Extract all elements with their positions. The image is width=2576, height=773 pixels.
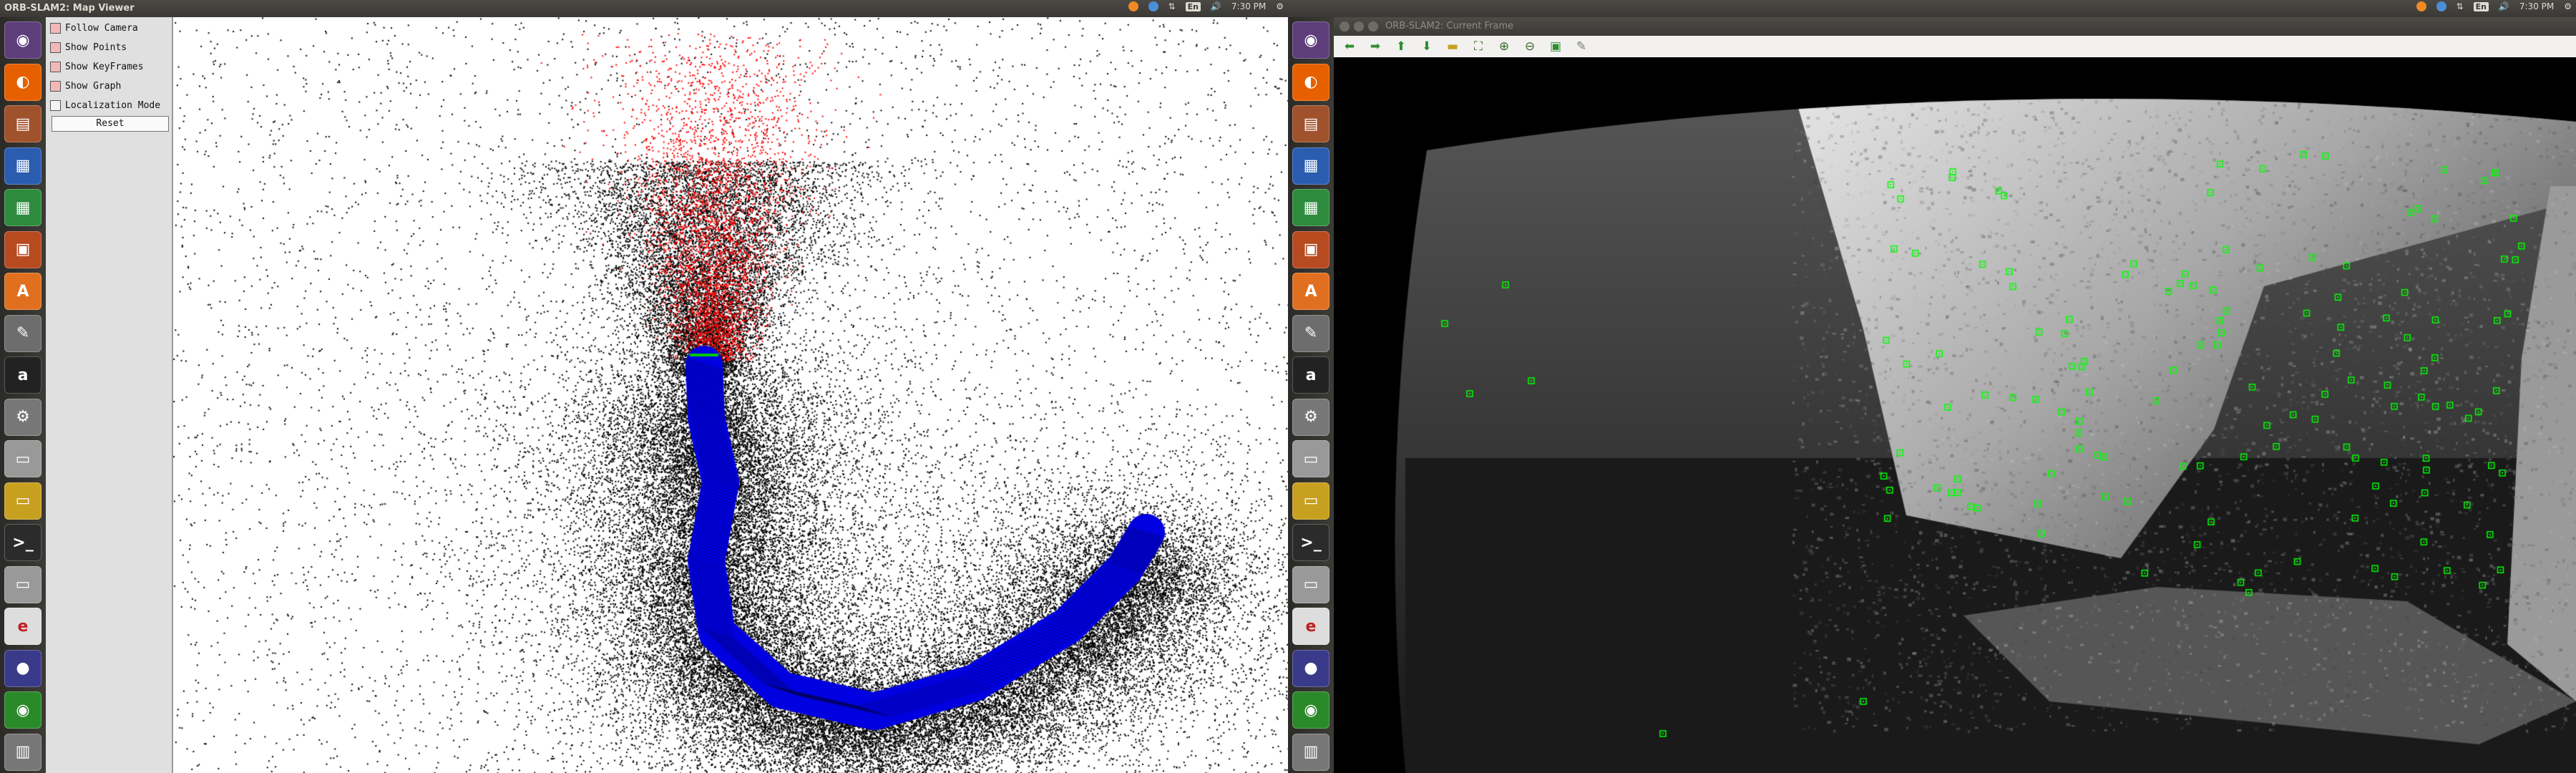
- zoom-out-icon[interactable]: ⊖: [1520, 38, 1540, 55]
- window-title: ORB-SLAM2: Map Viewer: [4, 3, 135, 14]
- trash-icon[interactable]: ▥: [1292, 733, 1330, 771]
- minimize-icon[interactable]: [1354, 21, 1364, 31]
- map-view[interactable]: [173, 17, 1288, 773]
- text-editor-icon[interactable]: ✎: [1292, 314, 1330, 352]
- firefox-icon[interactable]: ◐: [1292, 63, 1330, 101]
- clock[interactable]: 7:30 PM: [2519, 1, 2554, 11]
- xfig-icon[interactable]: e: [1292, 608, 1330, 645]
- top-panel: ⇅ En 🔊 7:30 PM ⚙: [1288, 0, 2576, 17]
- close-icon[interactable]: [1340, 21, 1350, 31]
- software-center-icon[interactable]: A: [4, 273, 42, 310]
- back-arrow-icon[interactable]: ⬅: [1340, 38, 1360, 55]
- show-keyframes-option[interactable]: Show KeyFrames: [50, 59, 144, 74]
- impress-icon[interactable]: ▣: [4, 230, 42, 268]
- checkbox[interactable]: [50, 42, 61, 53]
- current-frame-window: ORB-SLAM2: Current Frame ⬅ ➡ ⬆ ⬇ ▬ ⛶ ⊕ ⊖…: [1334, 17, 2576, 773]
- text-editor-icon[interactable]: ✎: [4, 314, 42, 352]
- top-panel: ORB-SLAM2: Map Viewer ⇅ En 🔊 7:30 PM ⚙: [0, 0, 1288, 17]
- edit-icon[interactable]: ✎: [1571, 38, 1591, 55]
- forward-arrow-icon[interactable]: ➡: [1365, 38, 1385, 55]
- folder-icon[interactable]: ▬: [1443, 38, 1463, 55]
- gear-icon[interactable]: ⚙: [2564, 1, 2572, 11]
- drive-icon[interactable]: ▭: [1292, 565, 1330, 603]
- localization-mode-option[interactable]: Localization Mode: [50, 97, 160, 113]
- window-titlebar: ORB-SLAM2: Current Frame: [1334, 17, 2576, 36]
- point-cloud-map[interactable]: [173, 17, 1288, 773]
- launcher: ◉ ◐ ▤ ▦ ▦ ▣ A ✎ a ⚙ ▭ ▭ >_ ▭ e ● ◉ ▥: [0, 17, 46, 773]
- keyboard-indicator[interactable]: En: [2473, 1, 2489, 11]
- fit-window-icon[interactable]: ⛶: [1468, 38, 1488, 55]
- system-settings-icon[interactable]: ⚙: [1292, 398, 1330, 436]
- option-label: Show Points: [65, 42, 127, 53]
- maximize-icon[interactable]: [1368, 21, 1378, 31]
- files-icon[interactable]: ▤: [1292, 105, 1330, 142]
- chrome-icon[interactable]: [1148, 1, 1158, 11]
- window-title: ORB-SLAM2: Current Frame: [1385, 21, 1514, 31]
- browser-icon[interactable]: ◉: [1292, 691, 1330, 729]
- follow-camera-option[interactable]: Follow Camera: [50, 20, 138, 36]
- system-settings-icon[interactable]: ⚙: [4, 398, 42, 436]
- files-icon[interactable]: ▤: [4, 105, 42, 142]
- clock[interactable]: 7:30 PM: [1231, 1, 1266, 11]
- drive-icon[interactable]: ▭: [1292, 440, 1330, 477]
- xfig-icon[interactable]: e: [4, 608, 42, 645]
- system-tray: ⇅ En 🔊 7:30 PM ⚙: [2416, 1, 2572, 11]
- options-panel: Follow Camera Show Points Show KeyFrames…: [46, 17, 173, 773]
- image-toolbar: ⬅ ➡ ⬆ ⬇ ▬ ⛶ ⊕ ⊖ ▣ ✎: [1334, 36, 2576, 57]
- chrome-icon[interactable]: [2436, 1, 2446, 11]
- vlc-icon[interactable]: [1128, 1, 1138, 11]
- checkbox[interactable]: [50, 80, 61, 92]
- calc-icon[interactable]: ▦: [1292, 189, 1330, 226]
- terminal-icon[interactable]: >_: [4, 524, 42, 561]
- zoom-in-icon[interactable]: ⊕: [1494, 38, 1514, 55]
- volume-icon[interactable]: 🔊: [1211, 1, 1221, 11]
- firefox-icon[interactable]: ◐: [4, 63, 42, 101]
- software-center-icon[interactable]: A: [1292, 273, 1330, 310]
- show-points-option[interactable]: Show Points: [50, 39, 127, 55]
- monitor-icon[interactable]: ▭: [1292, 482, 1330, 520]
- show-graph-option[interactable]: Show Graph: [50, 78, 121, 94]
- right-desktop: ⇅ En 🔊 7:30 PM ⚙ ◉ ◐ ▤ ▦ ▦ ▣ A ✎ a ⚙ ▭ ▭ >_ ▭ e ● ◉ ▥ ORB…: [1288, 0, 2576, 773]
- calc-icon[interactable]: ▦: [4, 189, 42, 226]
- drive-icon[interactable]: ▭: [4, 565, 42, 603]
- save-icon[interactable]: ▣: [1546, 38, 1566, 55]
- option-label: Follow Camera: [65, 22, 138, 34]
- option-label: Localization Mode: [65, 99, 161, 111]
- system-tray: ⇅ En 🔊 7:30 PM ⚙: [1128, 1, 1284, 11]
- monitor-icon[interactable]: ▭: [4, 482, 42, 520]
- eclipse-icon[interactable]: ●: [1292, 649, 1330, 687]
- amazon-icon[interactable]: a: [1292, 356, 1330, 394]
- amazon-icon[interactable]: a: [4, 356, 42, 394]
- network-icon[interactable]: ⇅: [2457, 1, 2464, 11]
- impress-icon[interactable]: ▣: [1292, 230, 1330, 268]
- down-arrow-icon[interactable]: ⬇: [1417, 38, 1437, 55]
- browser-icon[interactable]: ◉: [4, 691, 42, 729]
- gear-icon[interactable]: ⚙: [1276, 1, 1284, 11]
- writer-icon[interactable]: ▦: [4, 147, 42, 185]
- option-label: Show Graph: [65, 80, 122, 92]
- checkbox[interactable]: [50, 99, 61, 111]
- camera-frame[interactable]: [1334, 57, 2576, 773]
- launcher: ◉ ◐ ▤ ▦ ▦ ▣ A ✎ a ⚙ ▭ ▭ >_ ▭ e ● ◉ ▥: [1288, 17, 1334, 773]
- dash-icon[interactable]: ◉: [1292, 21, 1330, 59]
- volume-icon[interactable]: 🔊: [2499, 1, 2509, 11]
- current-frame-view[interactable]: [1334, 57, 2576, 773]
- vlc-icon[interactable]: [2416, 1, 2426, 11]
- reset-button[interactable]: Reset: [52, 116, 169, 132]
- network-icon[interactable]: ⇅: [1169, 1, 1176, 11]
- eclipse-icon[interactable]: ●: [4, 649, 42, 687]
- terminal-icon[interactable]: >_: [1292, 524, 1330, 561]
- keyboard-indicator[interactable]: En: [1185, 1, 1201, 11]
- trash-icon[interactable]: ▥: [4, 733, 42, 771]
- left-desktop: ORB-SLAM2: Map Viewer ⇅ En 🔊 7:30 PM ⚙ ◉…: [0, 0, 1288, 773]
- writer-icon[interactable]: ▦: [1292, 147, 1330, 185]
- option-label: Show KeyFrames: [65, 61, 144, 72]
- dash-icon[interactable]: ◉: [4, 21, 42, 59]
- checkbox[interactable]: [50, 61, 61, 72]
- up-arrow-icon[interactable]: ⬆: [1391, 38, 1411, 55]
- checkbox[interactable]: [50, 22, 61, 34]
- drive-icon[interactable]: ▭: [4, 440, 42, 477]
